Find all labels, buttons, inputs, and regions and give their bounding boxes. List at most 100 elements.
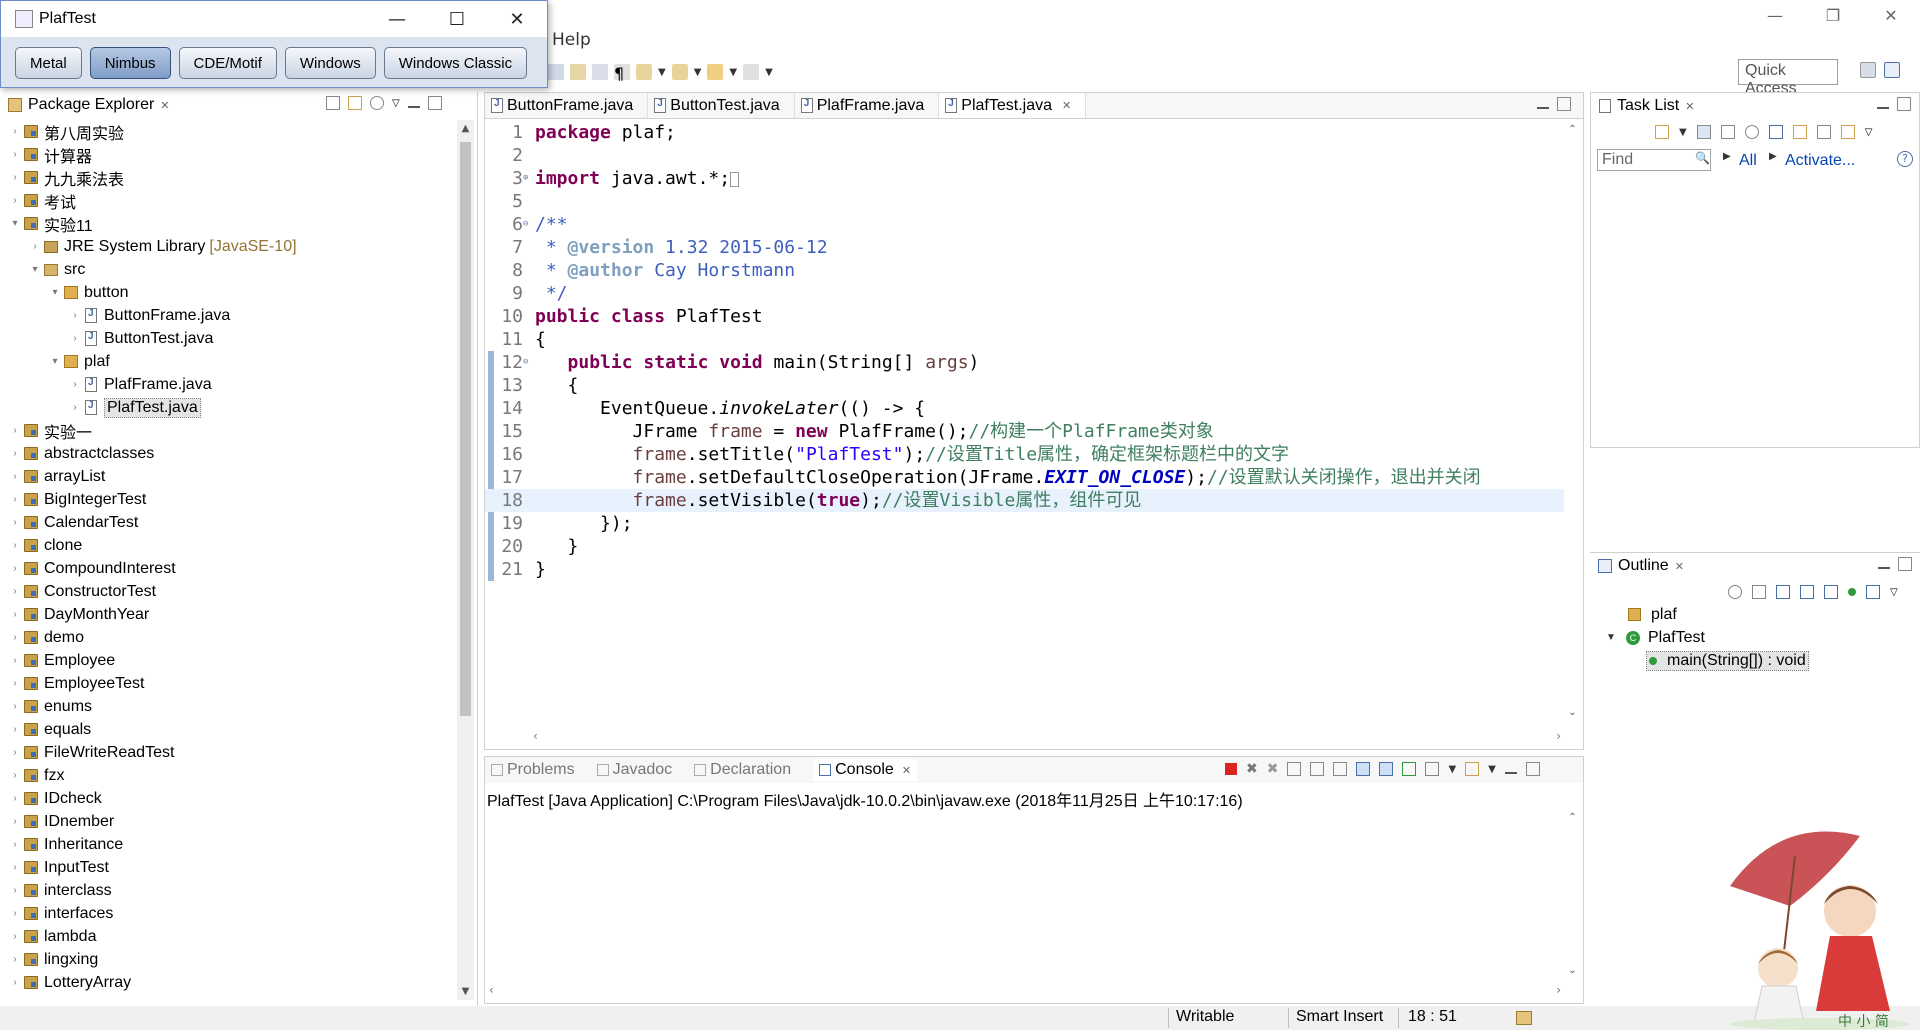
tree-item[interactable]: ▾ plaf — [0, 350, 455, 373]
maximize-view-icon[interactable] — [1557, 97, 1571, 111]
repositories-icon[interactable] — [1840, 125, 1855, 139]
tree-item[interactable]: › equals — [0, 718, 455, 741]
code-line[interactable]: 10 public class PlafTest — [485, 305, 1565, 328]
tree-item[interactable]: › JRE System Library [JavaSE-10] — [0, 235, 455, 258]
chevron-right-icon[interactable]: › — [8, 954, 22, 965]
dropdown-arrow-icon[interactable]: ▼ — [658, 67, 666, 78]
chevron-right-icon[interactable]: › — [8, 586, 22, 597]
tree-item[interactable]: › 实验一 — [0, 419, 455, 442]
dropdown-arrow-icon[interactable]: ▼ — [1448, 764, 1456, 775]
code-line[interactable]: 17 frame.setDefaultCloseOperation(JFrame… — [485, 466, 1565, 489]
tree-item[interactable]: › fzx — [0, 764, 455, 787]
tree-item[interactable]: ▾ src — [0, 258, 455, 281]
tree-item[interactable]: › 计算器 — [0, 143, 455, 166]
tree-item[interactable]: › InputTest — [0, 856, 455, 879]
minimize-view-icon[interactable] — [1504, 772, 1517, 774]
tree-item[interactable]: › abstractclasses — [0, 442, 455, 465]
chevron-right-icon[interactable]: › — [8, 563, 22, 574]
package-explorer-scrollbar[interactable]: ▲ ▼ — [457, 120, 474, 1000]
scroll-right-icon[interactable]: › — [1556, 983, 1561, 997]
tree-item[interactable]: › enums — [0, 695, 455, 718]
outline-item-package[interactable]: plaf — [1618, 603, 1809, 626]
chevron-right-icon[interactable]: › — [28, 241, 42, 252]
scroll-up-icon[interactable]: ⌃ — [1564, 121, 1581, 138]
code-line[interactable]: 11 { — [485, 328, 1565, 351]
focus-icon[interactable] — [1728, 585, 1742, 599]
scroll-up-icon[interactable]: ▲ — [457, 120, 474, 137]
tab-buttontest-java[interactable]: ButtonTest.java — [648, 93, 795, 118]
chevron-right-icon[interactable]: › — [8, 793, 22, 804]
search-icon[interactable]: 🔍 — [1695, 151, 1710, 165]
code-line[interactable]: 21} — [485, 558, 1565, 581]
task-find-input[interactable]: Find — [1597, 149, 1711, 171]
open-perspective-icon[interactable] — [1860, 62, 1876, 78]
filters-icon[interactable] — [370, 96, 384, 110]
chevron-right-icon[interactable]: › — [8, 172, 22, 183]
back-arrow-icon[interactable] — [707, 64, 724, 80]
maximize-view-icon[interactable] — [1525, 762, 1540, 776]
tree-item[interactable]: › Employee — [0, 649, 455, 672]
tab-declaration[interactable]: Declaration — [694, 761, 791, 779]
remove-launch-icon[interactable]: ✖ — [1246, 761, 1258, 777]
collapse-all-icon[interactable] — [1752, 585, 1766, 599]
activate-link[interactable]: Activate... — [1785, 152, 1855, 170]
new-task-icon[interactable] — [1655, 125, 1669, 139]
chevron-right-icon[interactable]: › — [8, 747, 22, 758]
tree-item[interactable]: › Inheritance — [0, 833, 455, 856]
collapse-all-icon[interactable] — [1816, 125, 1831, 139]
collapse-all-icon[interactable] — [326, 96, 340, 110]
tab-plafframe-java[interactable]: PlafFrame.java — [795, 93, 940, 118]
chevron-right-icon[interactable]: › — [8, 977, 22, 988]
tree-item[interactable]: › ButtonTest.java — [0, 327, 455, 350]
dropdown-arrow-icon[interactable]: ▼ — [1679, 127, 1687, 138]
tree-item[interactable]: › interfaces — [0, 902, 455, 925]
status-progress-icon[interactable] — [1516, 1011, 1532, 1025]
tree-item[interactable]: › PlafTest.java — [0, 396, 455, 419]
view-menu-icon[interactable]: ▽ — [1865, 127, 1873, 138]
chevron-right-icon[interactable]: › — [8, 425, 22, 436]
chevron-right-icon[interactable]: › — [8, 839, 22, 850]
remove-all-icon[interactable]: ✖ — [1267, 761, 1279, 777]
chevron-right-icon[interactable]: › — [8, 816, 22, 827]
chevron-down-icon[interactable]: ▼ — [1606, 632, 1620, 643]
menu-help[interactable]: Help — [552, 30, 591, 50]
fold-toggle-icon[interactable]: ⊖ — [523, 213, 533, 236]
code-editor[interactable]: 1 package plaf; 2 3 ⊕ import java.awt.*; 5 6 ⊖/*… — [485, 121, 1565, 721]
tree-item[interactable]: ▾ 实验11 — [0, 212, 455, 235]
tree-item[interactable]: › lingxing — [0, 948, 455, 971]
show-whitespace-icon[interactable]: ¶ — [614, 64, 630, 83]
tree-item[interactable]: › CompoundInterest — [0, 557, 455, 580]
tab-javadoc[interactable]: Javadoc — [596, 761, 672, 779]
code-line[interactable]: 2 — [485, 144, 1565, 167]
open-console-icon[interactable] — [1465, 762, 1480, 776]
tree-item[interactable]: › ConstructorTest — [0, 580, 455, 603]
outline-tab[interactable]: Outline ✕ — [1590, 553, 1920, 579]
chevron-right-icon[interactable]: › — [8, 517, 22, 528]
minimize-icon[interactable]: — — [1746, 0, 1804, 30]
show-stderr-icon[interactable] — [1379, 762, 1394, 776]
chevron-down-icon[interactable]: ▾ — [28, 264, 42, 275]
code-line[interactable]: 16 frame.setTitle("PlafTest");//设置Title属… — [485, 443, 1565, 466]
clear-console-icon[interactable] — [1287, 762, 1302, 776]
chevron-right-icon[interactable]: › — [8, 678, 22, 689]
windows-button[interactable]: Windows — [284, 47, 376, 79]
tree-item[interactable]: › arrayList — [0, 465, 455, 488]
code-line[interactable]: 18 frame.setVisible(true);//设置Visible属性，… — [485, 489, 1565, 512]
minimize-view-icon[interactable] — [1537, 107, 1549, 109]
tree-item[interactable]: › 考试 — [0, 189, 455, 212]
chevron-right-icon[interactable]: › — [8, 862, 22, 873]
previous-annotation-icon[interactable] — [671, 64, 688, 80]
minimize-view-icon[interactable] — [1878, 567, 1890, 569]
categorized-icon[interactable] — [1696, 125, 1711, 139]
chevron-right-icon[interactable]: › — [8, 885, 22, 896]
code-line[interactable]: 12 ⊖ public static void main(String[] arg… — [485, 351, 1565, 374]
chevron-right-icon[interactable]: › — [8, 195, 22, 206]
outline-item-class[interactable]: ▼ C PlafTest — [1606, 626, 1809, 649]
tree-item[interactable]: ▾ button — [0, 281, 455, 304]
chevron-right-icon[interactable]: › — [68, 310, 82, 321]
chevron-down-icon[interactable]: ▾ — [8, 218, 22, 229]
tree-item[interactable]: › interclass — [0, 879, 455, 902]
tree-item[interactable]: › BigIntegerTest — [0, 488, 455, 511]
view-menu-icon[interactable]: ▽ — [392, 98, 400, 109]
chevron-right-icon[interactable]: › — [8, 448, 22, 459]
